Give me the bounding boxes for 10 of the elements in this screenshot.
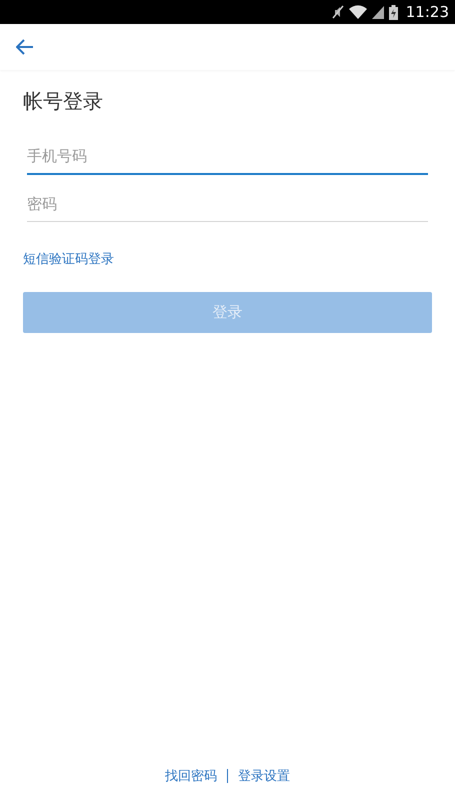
wifi-icon (348, 5, 367, 19)
status-time: 11:23 (406, 3, 449, 21)
mute-icon (332, 5, 344, 19)
sms-login-link[interactable]: 短信验证码登录 (23, 250, 114, 268)
input-field[interactable]: 手机号码 (27, 139, 428, 175)
signal-icon (372, 6, 384, 18)
footer-link[interactable]: 登录设置 (238, 767, 290, 785)
page-title: 帐号登录 (23, 88, 104, 115)
battery-icon (388, 4, 398, 20)
footer-link[interactable]: 找回密码 (165, 767, 217, 785)
